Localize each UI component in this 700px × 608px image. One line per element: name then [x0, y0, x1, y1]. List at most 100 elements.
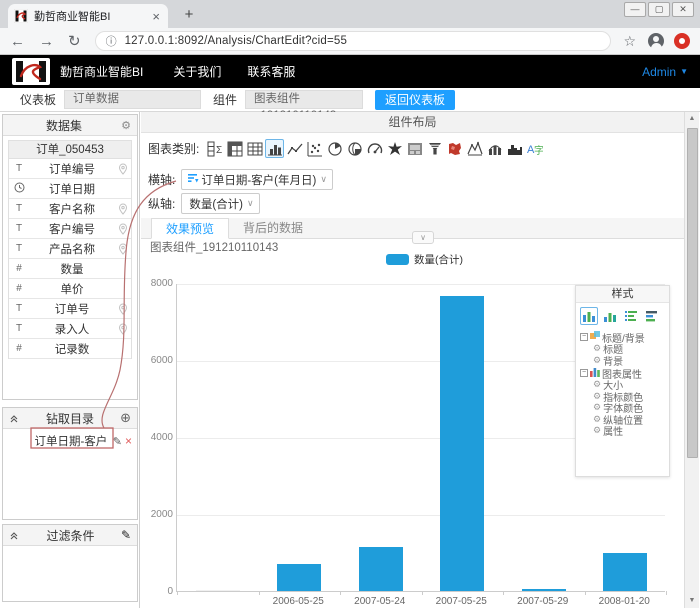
- geo-pin-icon[interactable]: [115, 162, 131, 176]
- tab-effect-preview[interactable]: 效果预览: [151, 218, 229, 239]
- geo-pin-icon[interactable]: [115, 242, 131, 256]
- address-bar[interactable]: ⓘ 127.0.0.1:8092/Analysis/ChartEdit?cid=…: [95, 31, 612, 51]
- vertical-bars-alt-style-icon[interactable]: [601, 307, 619, 325]
- geo-pin-icon[interactable]: [115, 322, 131, 336]
- new-tab-button[interactable]: +: [178, 6, 200, 24]
- area-chart-icon[interactable]: [505, 139, 524, 158]
- field-row[interactable]: T 录入人: [9, 319, 131, 339]
- collapse-icon[interactable]: [9, 413, 20, 424]
- collapse-box-icon[interactable]: −: [580, 369, 588, 377]
- bar[interactable]: [440, 296, 484, 591]
- pivot-table-icon[interactable]: [225, 139, 244, 158]
- delete-icon[interactable]: ×: [125, 434, 132, 448]
- dashboard-panel-icon[interactable]: [405, 139, 424, 158]
- field-row[interactable]: 订单日期: [9, 179, 131, 199]
- gauge-chart-icon[interactable]: [365, 139, 384, 158]
- x-tick-label: 2007-05-25: [421, 596, 503, 607]
- close-button[interactable]: ✕: [672, 2, 694, 17]
- tab-close-icon[interactable]: ×: [150, 9, 162, 24]
- bar[interactable]: [603, 553, 647, 592]
- bar[interactable]: [277, 564, 321, 591]
- geo-pin-icon[interactable]: [115, 202, 131, 216]
- drill-item-label: 订单日期-客户: [3, 433, 113, 449]
- dataset-settings-icon[interactable]: ⚙: [121, 119, 131, 132]
- url-text[interactable]: 127.0.0.1:8092/Analysis/ChartEdit?cid=55: [125, 35, 348, 47]
- back-to-dashboard-button[interactable]: 返回仪表板: [375, 90, 455, 110]
- tree-item[interactable]: ⚙背景: [580, 355, 667, 367]
- horizontal-bars-style-icon[interactable]: [643, 307, 661, 325]
- bar[interactable]: [359, 547, 403, 591]
- dataset-table-name[interactable]: 订单_050453: [9, 141, 131, 159]
- tree-item[interactable]: ⚙纵轴位置: [580, 414, 667, 426]
- tree-group[interactable]: − 标题/背景: [580, 331, 667, 343]
- field-row[interactable]: T 订单编号: [9, 159, 131, 179]
- tab-underlying-data[interactable]: 背后的数据: [229, 218, 317, 239]
- site-favicon-icon: [14, 9, 28, 23]
- bar[interactable]: [522, 589, 566, 591]
- field-row[interactable]: # 单价: [9, 279, 131, 299]
- collapse-icon[interactable]: [9, 530, 20, 541]
- app-brand[interactable]: 勤哲商业智能BI: [60, 63, 143, 80]
- line-chart-icon[interactable]: [285, 139, 304, 158]
- horizontal-lines-style-icon[interactable]: [622, 307, 640, 325]
- bookmark-star-icon[interactable]: ☆: [623, 33, 636, 50]
- geo-pin-icon[interactable]: [115, 222, 131, 236]
- user-menu[interactable]: Admin ▼: [642, 65, 688, 79]
- tree-group[interactable]: − 图表属性: [580, 367, 667, 379]
- menu-about[interactable]: 关于我们: [173, 63, 221, 80]
- drill-panel: 钻取目录 ⊕ 订单日期-客户 ✎ ×: [2, 407, 138, 520]
- back-icon[interactable]: ←: [10, 33, 25, 50]
- funnel-chart-icon[interactable]: [425, 139, 444, 158]
- bar-chart-icon[interactable]: [265, 139, 284, 158]
- collapse-box-icon[interactable]: −: [580, 333, 588, 341]
- chart-legend[interactable]: 数量(合计): [386, 252, 463, 267]
- add-drill-icon[interactable]: ⊕: [120, 410, 131, 426]
- vertical-bars-style-icon[interactable]: [580, 307, 598, 325]
- tree-item[interactable]: ⚙标题: [580, 343, 667, 355]
- scroll-down-icon[interactable]: ▼: [685, 594, 699, 608]
- legend-swatch[interactable]: [386, 254, 409, 265]
- browser-tab[interactable]: 勤哲商业智能BI ×: [8, 4, 168, 28]
- yaxis-dropdown[interactable]: 数量(合计) ∨: [181, 193, 259, 214]
- menu-contact[interactable]: 联系客服: [247, 63, 295, 80]
- drill-item[interactable]: 订单日期-客户 ✎ ×: [3, 431, 137, 451]
- browser-menu-icon[interactable]: [674, 33, 690, 49]
- pareto-chart-icon[interactable]: [485, 139, 504, 158]
- field-row[interactable]: T 订单号: [9, 299, 131, 319]
- xaxis-dropdown[interactable]: 订单日期-客户(年月日) ∨: [181, 169, 333, 190]
- edit-filter-icon[interactable]: ✎: [121, 528, 131, 542]
- xaxis-label: 横轴:: [148, 171, 175, 188]
- browser-window: 勤哲商业智能BI × + — ▢ ✕ ← → ↻ ⓘ 127.0.0.1:809…: [0, 0, 700, 608]
- word-cloud-icon[interactable]: A字: [525, 139, 544, 158]
- forward-icon[interactable]: →: [39, 33, 54, 50]
- data-table-icon[interactable]: [245, 139, 264, 158]
- geo-pin-icon[interactable]: [115, 302, 131, 316]
- radar-chart-icon[interactable]: [385, 139, 404, 158]
- peak-line-chart-icon[interactable]: [465, 139, 484, 158]
- page-info-icon[interactable]: ⓘ: [106, 33, 117, 49]
- maximize-button[interactable]: ▢: [648, 2, 670, 17]
- reload-icon[interactable]: ↻: [68, 32, 81, 50]
- field-row[interactable]: # 数量: [9, 259, 131, 279]
- legend-label: 数量(合计): [414, 252, 463, 267]
- map-chart-icon[interactable]: [445, 139, 464, 158]
- gear-icon: ⚙: [593, 379, 601, 390]
- scroll-up-icon[interactable]: ▲: [685, 112, 699, 126]
- edit-icon[interactable]: ✎: [113, 435, 122, 448]
- field-row[interactable]: T 产品名称: [9, 239, 131, 259]
- field-row[interactable]: T 客户编号: [9, 219, 131, 239]
- text-type-icon: T: [9, 163, 29, 174]
- field-row[interactable]: T 客户名称: [9, 199, 131, 219]
- bar[interactable]: [196, 590, 240, 591]
- scatter-chart-icon[interactable]: [305, 139, 324, 158]
- summary-table-icon[interactable]: Σ: [205, 139, 224, 158]
- rose-chart-icon[interactable]: [345, 139, 364, 158]
- chart-options-toggle[interactable]: ∨: [412, 231, 434, 244]
- profile-avatar[interactable]: [648, 33, 664, 49]
- scrollbar-thumb[interactable]: [687, 128, 698, 458]
- field-row[interactable]: # 记录数: [9, 339, 131, 359]
- pie-chart-icon[interactable]: [325, 139, 344, 158]
- minimize-button[interactable]: —: [624, 2, 646, 17]
- y-tick-label: 6000: [143, 355, 173, 366]
- page-scrollbar[interactable]: ▲ ▼: [684, 112, 699, 608]
